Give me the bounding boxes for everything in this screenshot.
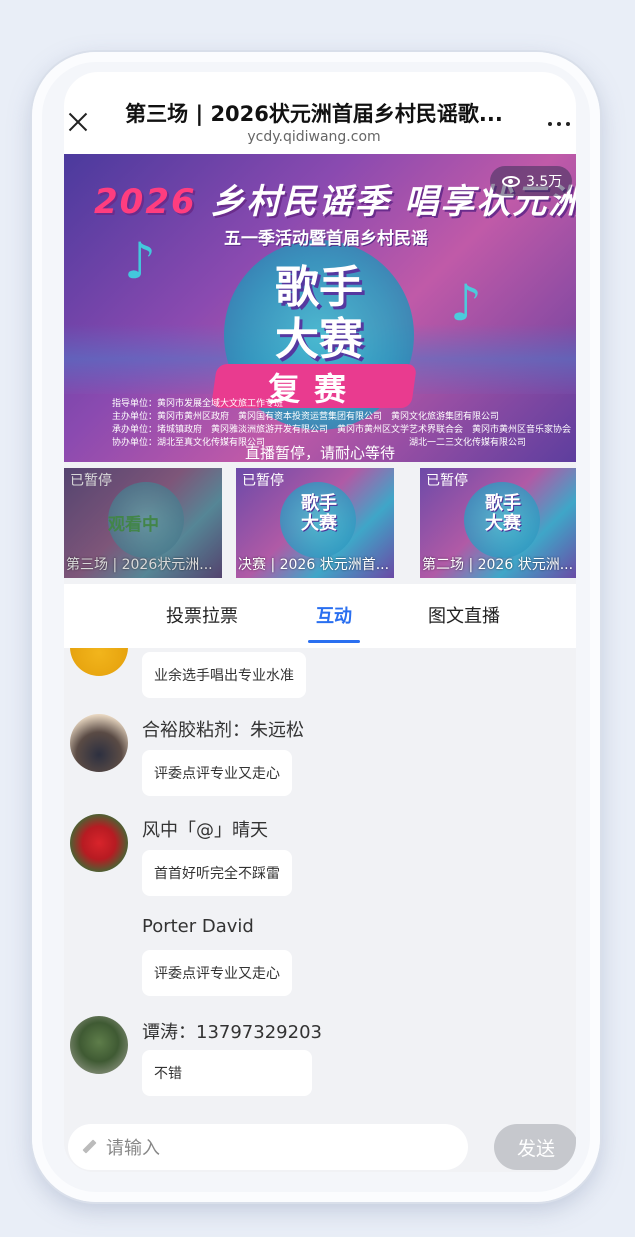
live-status-text: 直播暂停，请耐心等待 [244, 444, 395, 462]
avatar[interactable] [70, 1016, 128, 1074]
session-thumb-title: 歌手 大赛 [470, 494, 536, 534]
session-card[interactable]: 已暂停 观看中 第三场 | 2026状元洲... [64, 468, 222, 578]
session-card[interactable]: 歌手 大赛 已暂停 决赛 | 2026 状元洲首... [236, 468, 394, 578]
header: 第三场 | 2026状元洲首届乡村民谣歌... ycdy.qidiwang.co… [64, 72, 576, 154]
avatar[interactable] [70, 714, 128, 772]
organizer-line: 承办单位：堵城镇政府 黄冈雅淡洲旅游开发有限公司 黄冈市黄州区文学艺术界联合会 … [112, 425, 572, 435]
tab-vote[interactable]: 投票拉票 [166, 602, 238, 628]
music-note-icon: ♪ [450, 274, 482, 332]
message-author: Porter David [142, 916, 254, 937]
banner-big-title: 歌手 大赛 [239, 262, 399, 366]
message-bubble: 业余选手唱出专业水准 [142, 652, 306, 698]
app-screen: 第三场 | 2026状元洲首届乡村民谣歌... ycdy.qidiwang.co… [64, 72, 576, 1172]
page-url: ycdy.qidiwang.com [247, 129, 381, 145]
tab-interact[interactable]: 互动 [316, 602, 352, 628]
session-thumb-line: 歌手 [301, 493, 337, 514]
view-count-badge: 3.5万 [490, 166, 573, 196]
avatar[interactable] [70, 814, 128, 872]
message-bubble: 评委点评专业又走心 [142, 750, 292, 796]
session-status: 已暂停 [426, 473, 468, 489]
chat-list[interactable]: 业余选手唱出专业水准 合裕胶粘剂：朱远松 评委点评专业又走心 风中「@」晴天 首… [64, 648, 576, 1108]
avatar[interactable] [70, 648, 128, 676]
comment-input[interactable]: 请输入 [68, 1124, 468, 1170]
message-author: 谭涛：13797329203 [142, 1022, 322, 1043]
input-placeholder: 请输入 [106, 1138, 160, 1159]
banner-year: 2026 [94, 182, 197, 222]
message-bubble: 首首好听完全不踩雷 [142, 850, 292, 896]
organizer-line: 指导单位：黄冈市发展全域大文旅工作专班 [112, 399, 284, 409]
message-author: 合裕胶粘剂：朱远松 [142, 720, 304, 741]
live-video-banner[interactable]: ♪ ♪ 2026 乡村民谣季 唱享状元洲 五一季活动暨首届乡村民谣 歌手 大赛 … [64, 154, 576, 462]
session-status: 已暂停 [242, 473, 284, 489]
session-thumb-line: 歌手 [485, 493, 521, 514]
session-list: 已暂停 观看中 第三场 | 2026状元洲... 歌手 大赛 已暂停 决赛 | … [64, 468, 576, 578]
message-bubble: 不错 [142, 1050, 312, 1096]
session-thumb-line: 大赛 [485, 513, 521, 534]
session-card[interactable]: 歌手 大赛 已暂停 第二场 | 2026 状元洲... [420, 468, 576, 578]
session-status: 已暂停 [70, 473, 112, 489]
session-thumb-title: 歌手 大赛 [286, 494, 352, 534]
watching-badge: 观看中 [108, 515, 159, 535]
message-author: 风中「@」晴天 [142, 820, 268, 841]
view-count: 3.5万 [526, 174, 563, 190]
session-caption: 第二场 | 2026 状元洲... [422, 557, 574, 573]
banner-big-line2: 大赛 [275, 314, 363, 365]
banner-big-line1: 歌手 [275, 262, 363, 313]
session-thumb-line: 大赛 [301, 513, 337, 534]
active-tab-indicator [308, 640, 360, 643]
close-icon[interactable] [64, 108, 92, 136]
session-caption: 第三场 | 2026状元洲... [66, 557, 213, 573]
page-title: 第三场 | 2026状元洲首届乡村民谣歌... [125, 102, 503, 126]
eye-icon [502, 175, 520, 187]
send-button[interactable]: 发送 [494, 1124, 576, 1170]
music-note-icon: ♪ [124, 232, 156, 290]
more-icon[interactable] [548, 122, 574, 130]
input-bar: 请输入 发送 [64, 1108, 576, 1172]
tab-live-text[interactable]: 图文直播 [428, 602, 500, 628]
tab-bar: 投票拉票 互动 图文直播 [64, 584, 576, 648]
pencil-icon [82, 1140, 96, 1154]
banner-subtitle: 五一季活动暨首届乡村民谣 [224, 229, 428, 249]
session-caption: 决赛 | 2026 状元洲首... [238, 557, 390, 573]
message-bubble: 评委点评专业又走心 [142, 950, 292, 996]
organizer-line: 主办单位：黄冈市黄州区政府 黄冈国有资本投资运营集团有限公司 黄冈文化旅游集团有… [112, 412, 500, 422]
